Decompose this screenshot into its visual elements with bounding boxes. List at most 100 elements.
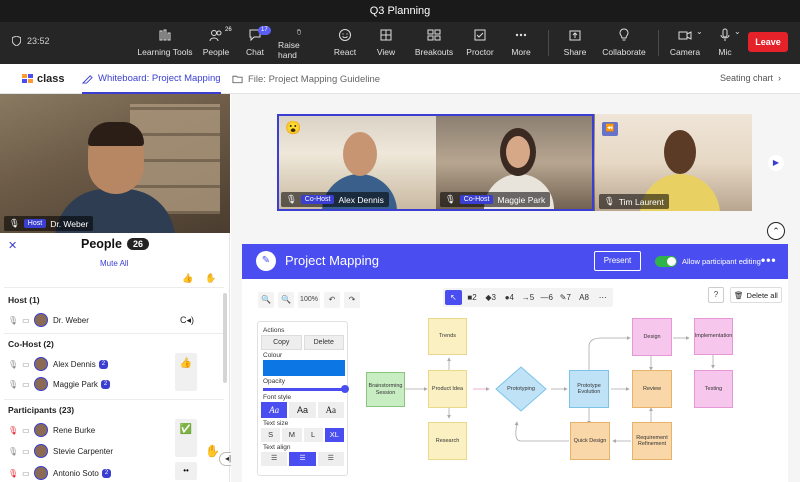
opacity-slider[interactable] bbox=[263, 385, 349, 393]
mic-muted-icon[interactable]: 🎙 bbox=[8, 426, 18, 435]
people-header: People 26 bbox=[81, 237, 150, 251]
text-size-s[interactable]: S bbox=[261, 428, 281, 442]
circle-tool-icon[interactable]: ●4 bbox=[501, 290, 518, 305]
allow-editing-label: Allow participant editing bbox=[682, 257, 761, 266]
share-button[interactable]: Share bbox=[562, 26, 588, 60]
zoom-level[interactable]: 100% bbox=[298, 292, 320, 308]
thumbs-up-icon[interactable]: 👍 bbox=[182, 273, 193, 284]
node-testing[interactable]: Testing bbox=[694, 370, 733, 408]
pen-tool-icon[interactable]: ✎7 bbox=[557, 290, 574, 305]
zoom-in-icon[interactable]: 🔍 bbox=[278, 292, 294, 308]
video-tile-maggie[interactable]: 🎙 Co-Host Maggie Park bbox=[436, 114, 595, 211]
more-button[interactable]: More bbox=[509, 26, 533, 60]
camera-icon[interactable]: ▭ bbox=[22, 426, 30, 435]
mic-icon[interactable]: 🎙 bbox=[8, 447, 18, 456]
copy-button[interactable]: Copy bbox=[261, 335, 302, 350]
camera-icon bbox=[678, 31, 692, 40]
font-style-sans[interactable]: Aa bbox=[289, 402, 316, 418]
people-scrollbar[interactable] bbox=[223, 293, 227, 383]
font-style-row: Aa Aa Aa bbox=[261, 402, 344, 418]
video-tile-tim[interactable]: 🎙 Tim Laurent bbox=[595, 114, 752, 211]
mic-chevron-icon[interactable]: ⌄ bbox=[734, 27, 741, 36]
allow-editing-toggle[interactable] bbox=[655, 256, 677, 267]
view-button[interactable]: View bbox=[374, 26, 398, 60]
rectangle-tool-icon[interactable]: ■2 bbox=[464, 290, 481, 305]
node-brainstorming[interactable]: Brainstorming Session bbox=[366, 372, 405, 407]
camera-icon[interactable]: ▭ bbox=[22, 469, 30, 478]
align-left-icon[interactable]: ☰ bbox=[261, 452, 288, 466]
mic-icon[interactable]: 🎙 bbox=[8, 380, 18, 389]
react-button[interactable]: React bbox=[332, 26, 358, 60]
font-style-serif[interactable]: Aa bbox=[317, 402, 344, 418]
colour-picker[interactable] bbox=[263, 360, 345, 376]
camera-icon[interactable]: ▭ bbox=[22, 447, 30, 456]
close-icon[interactable]: ✕ bbox=[8, 239, 17, 252]
raise-hand-button[interactable]: Raise hand bbox=[278, 26, 320, 60]
camera-chevron-icon[interactable]: ⌄ bbox=[696, 27, 703, 36]
host-hair bbox=[88, 122, 144, 146]
camera-icon[interactable]: ▭ bbox=[22, 360, 30, 369]
node-research[interactable]: Research bbox=[428, 422, 467, 460]
participant-name-text: Alex Dennis bbox=[53, 359, 96, 369]
tab-whiteboard[interactable]: Whiteboard: Project Mapping bbox=[82, 64, 221, 94]
camera-icon[interactable]: ▭ bbox=[22, 380, 30, 389]
people-button[interactable]: People 26 bbox=[200, 26, 232, 60]
redo-icon[interactable]: ↷ bbox=[344, 292, 360, 308]
line-tool-icon[interactable]: —6 bbox=[538, 290, 555, 305]
node-product-idea[interactable]: Product Idea bbox=[428, 370, 467, 408]
camera-icon[interactable]: ▭ bbox=[22, 316, 30, 325]
mic-icon[interactable]: 🎙 bbox=[8, 360, 18, 369]
align-center-icon[interactable]: ☰ bbox=[289, 452, 316, 466]
text-size-xl[interactable]: XL bbox=[324, 428, 344, 442]
collapse-gallery-icon[interactable]: ⌃ bbox=[767, 222, 785, 240]
present-button[interactable]: Present bbox=[594, 251, 641, 271]
zoom-out-icon[interactable]: 🔍 bbox=[258, 292, 274, 308]
text-size-m[interactable]: M bbox=[282, 428, 302, 442]
text-tool-icon[interactable]: A8 bbox=[576, 290, 593, 305]
section-participants: Participants (23) bbox=[8, 405, 75, 415]
delete-all-button[interactable]: 🗑 Delete all bbox=[730, 287, 782, 303]
node-prototyping[interactable]: Prototyping bbox=[495, 366, 547, 412]
select-tool-icon[interactable]: ↖ bbox=[445, 290, 462, 305]
host-video-tile[interactable]: 🎙 Host Dr. Weber bbox=[0, 94, 230, 233]
node-design[interactable]: Design bbox=[632, 318, 672, 356]
mic-icon[interactable]: 🎙 bbox=[8, 316, 18, 325]
mic-button[interactable]: Mic bbox=[714, 26, 736, 60]
diamond-tool-icon[interactable]: ◆3 bbox=[482, 290, 499, 305]
node-trends[interactable]: Trends bbox=[428, 318, 467, 355]
help-icon[interactable]: ? bbox=[708, 287, 724, 303]
node-review[interactable]: Review bbox=[632, 370, 672, 408]
leave-button[interactable]: Leave bbox=[748, 32, 788, 52]
proctor-button[interactable]: Proctor bbox=[465, 26, 495, 60]
tab-file[interactable]: File: Project Mapping Guideline bbox=[232, 64, 380, 94]
undo-icon[interactable]: ↶ bbox=[324, 292, 340, 308]
breakouts-button[interactable]: Breakouts bbox=[414, 26, 454, 60]
mute-all-button[interactable]: Mute All bbox=[100, 259, 128, 268]
delete-all-label: Delete all bbox=[746, 290, 778, 300]
arrow-tool-icon[interactable]: →5 bbox=[520, 290, 537, 305]
participant-row[interactable]: 🎙 ▭ Dr. Weber C◂) bbox=[8, 310, 223, 330]
participant-row[interactable]: 🎙 ▭ Maggie Park 2 bbox=[8, 374, 223, 394]
node-quick-design[interactable]: Quick Design bbox=[570, 422, 610, 460]
node-prototype-evolution[interactable]: Prototype Evolution bbox=[569, 370, 609, 408]
text-size-l[interactable]: L bbox=[303, 428, 323, 442]
gallery-next-icon[interactable]: ▶ bbox=[768, 155, 784, 171]
mic-muted-icon[interactable]: 🎙 bbox=[8, 469, 18, 478]
chevron-right-icon[interactable]: › bbox=[778, 73, 781, 83]
seating-chart-button[interactable]: Seating chart bbox=[720, 73, 773, 83]
whiteboard-header: ✎ Project Mapping Present Allow particip… bbox=[242, 244, 788, 279]
collaborate-label: Collaborate bbox=[602, 47, 646, 57]
node-requirement-refinement[interactable]: Requirement Refinement bbox=[632, 422, 672, 460]
more-tools-icon[interactable]: ⋯ bbox=[594, 290, 611, 305]
learning-tools-button[interactable]: Learning Tools bbox=[136, 26, 194, 60]
hand-icon[interactable]: ✋ bbox=[205, 273, 216, 284]
delete-button[interactable]: Delete bbox=[303, 335, 344, 350]
align-right-icon[interactable]: ☰ bbox=[317, 452, 344, 466]
participant-row[interactable]: 🎙 ▭ Stevie Carpenter bbox=[8, 441, 223, 461]
people-icon bbox=[209, 30, 222, 42]
collaborate-button[interactable]: Collaborate bbox=[602, 26, 646, 60]
chat-button[interactable]: Chat 17 bbox=[242, 26, 271, 60]
more-options-icon[interactable]: ••• bbox=[761, 253, 777, 267]
font-style-italic[interactable]: Aa bbox=[261, 402, 288, 418]
node-implementation[interactable]: Implementation bbox=[694, 318, 733, 355]
